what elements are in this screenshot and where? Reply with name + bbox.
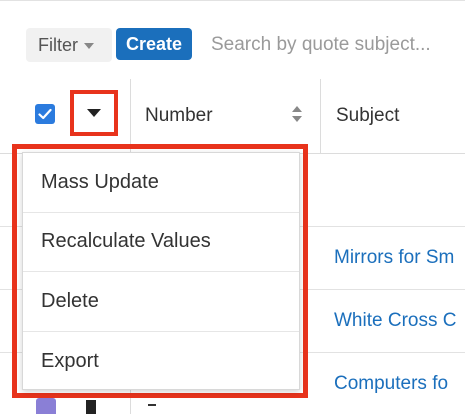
- caret-down-icon: [84, 43, 94, 49]
- menu-item-label: Mass Update: [41, 171, 159, 193]
- column-divider: [320, 79, 321, 153]
- quote-subject-link[interactable]: Mirrors for Sm: [334, 247, 454, 269]
- row-action-icon[interactable]: [86, 400, 96, 414]
- sort-icon[interactable]: [291, 104, 303, 124]
- menu-item-label: Export: [41, 349, 99, 372]
- filter-button[interactable]: Filter: [26, 28, 112, 62]
- quote-subject-link[interactable]: Computers fo: [334, 373, 448, 395]
- list-toolbar: Filter Create: [0, 0, 465, 80]
- menu-item-mass-update[interactable]: Mass Update: [23, 153, 299, 213]
- menu-item-recalculate-values[interactable]: Recalculate Values: [23, 212, 299, 272]
- menu-item-delete[interactable]: Delete: [23, 272, 299, 332]
- caret-down-icon: [87, 109, 101, 117]
- menu-item-export[interactable]: Export: [23, 331, 299, 391]
- search-input[interactable]: [200, 28, 465, 62]
- mass-actions-menu: Mass Update Recalculate Values Delete Ex…: [22, 152, 300, 390]
- column-header-subject[interactable]: Subject: [336, 105, 399, 127]
- menu-item-label: Recalculate Values: [41, 230, 211, 252]
- filter-label: Filter: [38, 34, 78, 55]
- create-button[interactable]: Create: [116, 28, 192, 60]
- column-header-number[interactable]: Number: [145, 105, 213, 127]
- quote-subject-link[interactable]: White Cross C: [334, 310, 456, 332]
- row-checkbox[interactable]: [36, 398, 56, 414]
- check-icon: [38, 108, 52, 120]
- menu-item-label: Delete: [41, 290, 99, 312]
- select-all-checkbox[interactable]: [35, 104, 55, 124]
- mass-actions-toggle[interactable]: [70, 90, 118, 136]
- row-number-fragment: [148, 404, 156, 406]
